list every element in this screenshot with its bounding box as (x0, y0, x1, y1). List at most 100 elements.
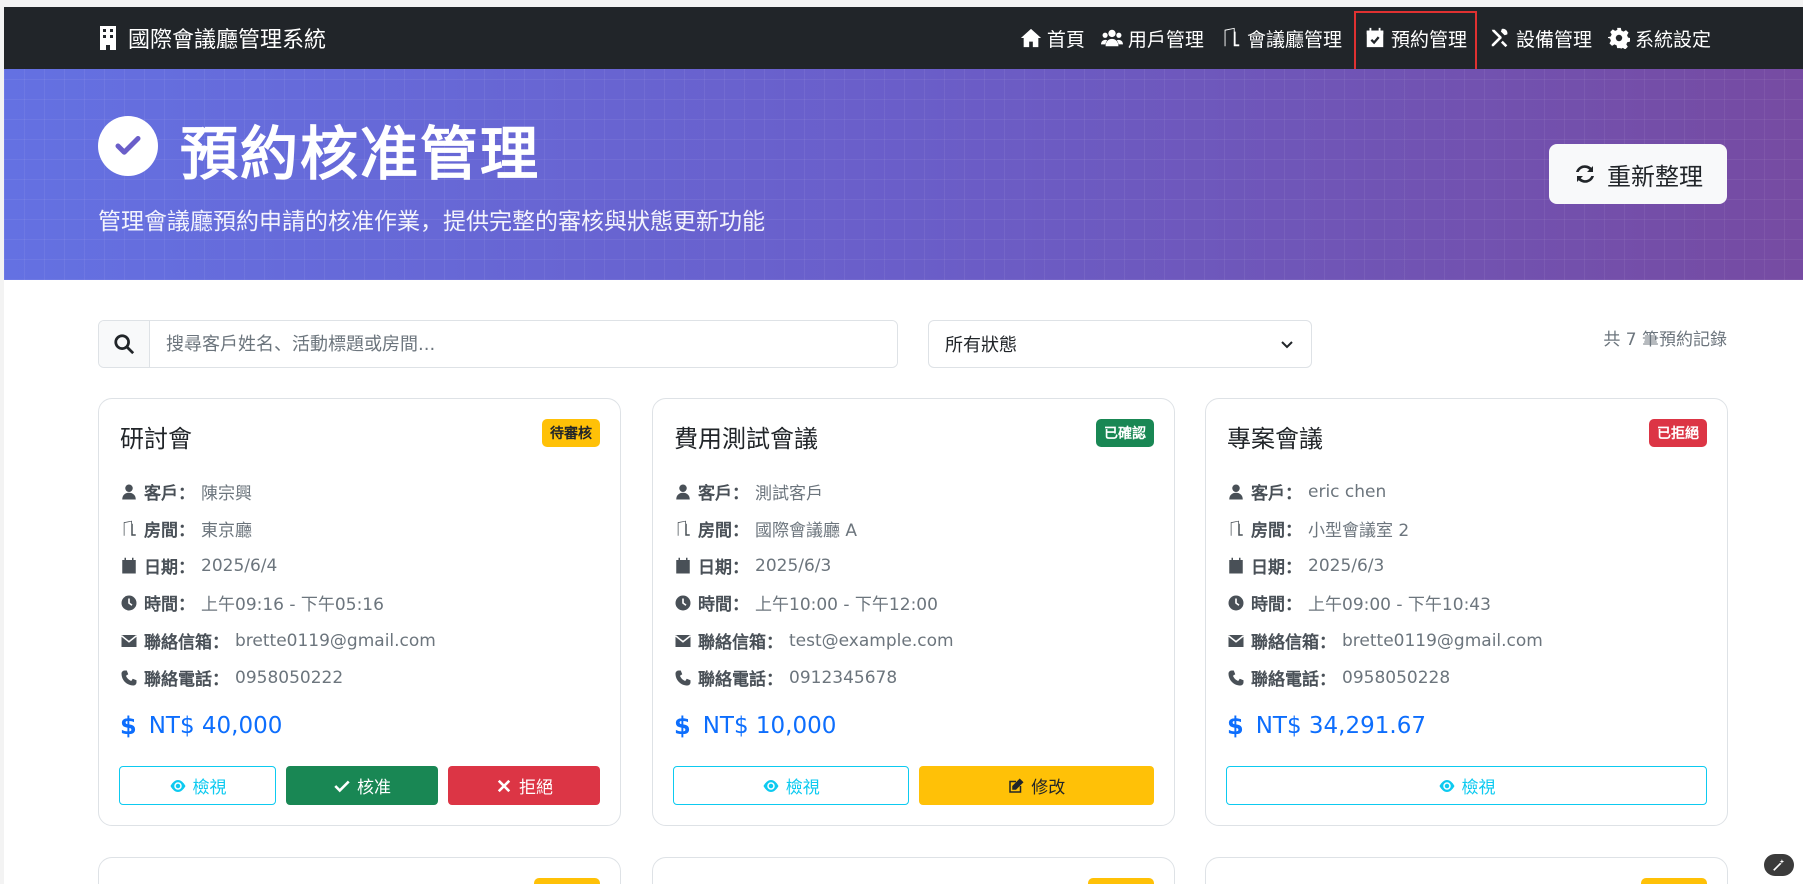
envelope-icon (121, 634, 137, 647)
eye-icon (170, 779, 185, 792)
view-button[interactable]: 檢視 (119, 766, 276, 805)
dollar-icon: $ (120, 712, 137, 740)
envelope-icon (1228, 634, 1244, 647)
eye-icon (1439, 779, 1454, 792)
time-row: 時間： 上午09:16 - 下午05:16 (120, 590, 384, 615)
refresh-button[interactable]: 重新整理 (1549, 144, 1727, 204)
time-row: 時間： 上午09:00 - 下午10:43 (1227, 590, 1491, 615)
phone-value: 0958050222 (235, 667, 344, 688)
home-icon (1020, 28, 1041, 48)
booking-card: 研討會 待審核 客戶： 陳宗興 房間： 東京廳 日期： 2025/6/4 時間： 上午0… (98, 398, 621, 826)
calendar-check-icon (1366, 27, 1384, 48)
booking-price: $ NT$ 34,291.67 (1227, 712, 1426, 740)
room-label: 房間： (144, 521, 195, 541)
customer-label: 客戶： (1251, 484, 1302, 504)
booking-card (1205, 857, 1728, 884)
status-badge (1088, 878, 1154, 884)
email-label: 聯絡信箱： (1251, 633, 1336, 653)
reject-button[interactable]: 拒絕 (448, 766, 600, 805)
chevron-down-icon (1281, 341, 1293, 349)
search-addon (99, 321, 150, 367)
refresh-icon (1576, 165, 1594, 183)
search-input[interactable] (150, 321, 897, 367)
door-icon (1222, 27, 1240, 47)
price-value: NT$ 34,291.67 (1255, 713, 1426, 739)
booking-card: 費用測試會議 已確認 客戶： 測試客戶 房間： 國際會議廳 A 日期： 2025/6/… (652, 398, 1175, 826)
edit-button[interactable]: 修改 (918, 766, 1154, 805)
booking-card: 專案會議 已拒絕 客戶： eric chen 房間： 小型會議室 2 日期： 2025… (1205, 398, 1728, 826)
app-window: 國際會議廳管理系統 首頁 用戶管理 會議廳管理 預約管理 設備管理 系統設定 預… (4, 7, 1803, 884)
customer-row: 客戶： 陳宗興 (120, 479, 252, 504)
customer-value: 陳宗興 (201, 484, 252, 504)
calendar-icon (1229, 557, 1243, 573)
time-label: 時間： (698, 595, 749, 615)
email-value: brette0119@gmail.com (235, 630, 436, 651)
nav-item-settings[interactable]: 系統設定 (1600, 7, 1719, 69)
close-icon (497, 779, 511, 792)
time-row: 時間： 上午10:00 - 下午12:00 (674, 590, 938, 615)
nav-item-equipment[interactable]: 設備管理 (1481, 7, 1600, 69)
customer-label: 客戶： (698, 484, 749, 504)
email-row: 聯絡信箱： test@example.com (674, 628, 954, 653)
brand-title: 國際會議廳管理系統 (128, 28, 327, 53)
clock-icon (1228, 595, 1244, 610)
view-button[interactable]: 檢視 (1226, 766, 1707, 805)
phone-icon (675, 670, 691, 685)
top-navbar: 國際會議廳管理系統 首頁 用戶管理 會議廳管理 預約管理 設備管理 系統設定 (4, 7, 1803, 75)
clock-icon (675, 595, 691, 610)
search-group (98, 320, 898, 368)
customer-label: 客戶： (144, 484, 195, 504)
status-badge: 已確認 (1096, 419, 1154, 447)
status-filter-select[interactable]: 所有狀態 (928, 320, 1312, 368)
room-label: 房間： (1251, 521, 1302, 541)
date-row: 日期： 2025/6/3 (1227, 553, 1384, 578)
eye-icon (763, 779, 779, 792)
view-label: 檢視 (192, 778, 227, 798)
view-label: 檢視 (1461, 778, 1496, 798)
door-icon (122, 520, 136, 536)
nav-item-label: 系統設定 (1634, 28, 1711, 51)
dollar-icon: $ (1227, 712, 1244, 740)
booking-price: $ NT$ 10,000 (674, 712, 836, 740)
nav-item-users[interactable]: 用戶管理 (1093, 7, 1212, 69)
nav-item-home[interactable]: 首頁 (1012, 7, 1093, 69)
date-value: 2025/6/3 (755, 555, 832, 576)
view-button[interactable]: 檢視 (673, 766, 909, 805)
phone-value: 0958050228 (1342, 667, 1451, 688)
status-badge: 待審核 (542, 419, 600, 447)
card-actions: 檢視 (1226, 766, 1707, 805)
view-label: 檢視 (785, 778, 820, 798)
building-icon (100, 26, 116, 50)
nav-item-halls[interactable]: 會議廳管理 (1212, 7, 1350, 69)
main-nav: 首頁 用戶管理 會議廳管理 預約管理 設備管理 系統設定 (1012, 7, 1719, 75)
brand[interactable]: 國際會議廳管理系統 (98, 7, 326, 69)
card-actions: 檢視 修改 (673, 766, 1154, 805)
time-value: 上午10:00 - 下午12:00 (755, 595, 938, 615)
magic-wand-icon[interactable] (1764, 854, 1794, 876)
user-icon (122, 484, 136, 499)
room-value: 小型會議室 2 (1308, 521, 1410, 541)
price-value: NT$ 40,000 (148, 713, 283, 739)
phone-row: 聯絡電話： 0958050222 (120, 665, 343, 690)
date-label: 日期： (698, 558, 749, 578)
envelope-icon (675, 634, 691, 647)
customer-value: 測試客戶 (755, 484, 823, 504)
gear-icon (1607, 27, 1630, 49)
user-icon (676, 484, 690, 499)
card-actions: 檢視 核准 拒絕 (119, 766, 600, 805)
check-circle-icon (98, 116, 158, 176)
clock-icon (121, 595, 137, 610)
booking-card (98, 857, 621, 884)
booking-card (652, 857, 1175, 884)
phone-row: 聯絡電話： 0912345678 (674, 665, 897, 690)
date-row: 日期： 2025/6/3 (674, 553, 831, 578)
status-badge: 已拒絕 (1649, 419, 1707, 447)
email-value: brette0119@gmail.com (1342, 630, 1543, 651)
email-row: 聯絡信箱： brette0119@gmail.com (1227, 628, 1543, 653)
room-row: 房間： 小型會議室 2 (1227, 516, 1409, 541)
users-icon (1100, 29, 1123, 47)
approve-button[interactable]: 核准 (286, 766, 438, 805)
room-value: 東京廳 (201, 521, 252, 541)
nav-item-label: 設備管理 (1515, 28, 1592, 51)
email-row: 聯絡信箱： brette0119@gmail.com (120, 628, 436, 653)
